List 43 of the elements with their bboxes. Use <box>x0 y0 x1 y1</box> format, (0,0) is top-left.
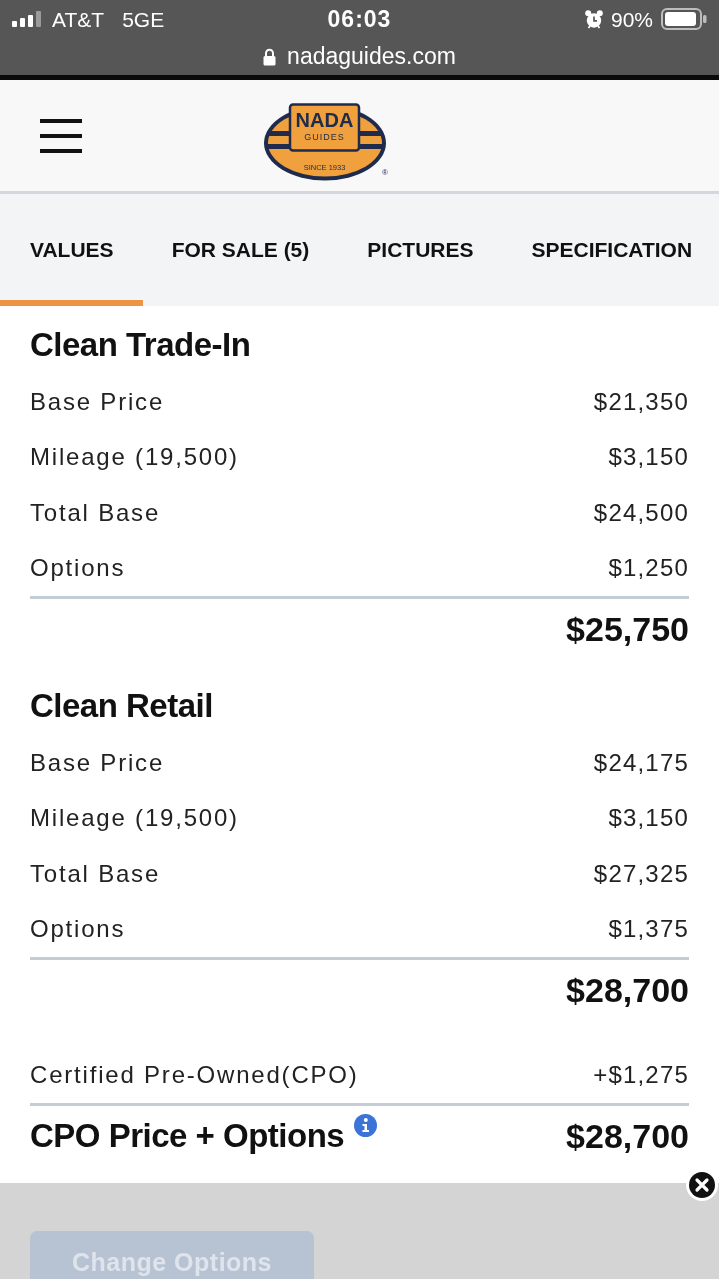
price-label: Total Base <box>30 858 161 889</box>
alarm-clock-icon <box>584 9 603 29</box>
battery-percent: 90% <box>610 8 653 30</box>
price-value: $1,250 <box>608 553 689 584</box>
section-heading: Clean Retail <box>30 686 213 726</box>
price-value: $21,350 <box>593 386 689 417</box>
section-heading: Clean Trade-In <box>30 325 251 365</box>
info-icon[interactable] <box>354 1113 378 1137</box>
price-label: Options <box>30 914 126 945</box>
price-label: Base Price <box>30 747 165 778</box>
price-value: $3,150 <box>608 803 689 834</box>
total-price: $25,750 <box>566 608 689 650</box>
total-price: $28,700 <box>566 969 689 1011</box>
url-text[interactable]: nadaguides.com <box>287 45 456 68</box>
cpo-value: +$1,275 <box>593 1060 689 1090</box>
tab[interactable]: FOR SALE (5) <box>142 194 339 306</box>
registered-mark: ® <box>382 168 388 177</box>
price-label: Base Price <box>30 386 165 417</box>
logo-subtitle: GUIDES <box>304 131 345 142</box>
price-value: $27,325 <box>593 858 689 889</box>
cpo-total-label: CPO Price + Options <box>30 1117 345 1155</box>
network-label: 5GE <box>122 8 165 30</box>
price-label: Mileage (19,500) <box>30 803 239 834</box>
logo-wordmark: NADA <box>295 108 354 131</box>
price-value: $1,375 <box>608 914 689 945</box>
price-value: $3,150 <box>608 442 689 473</box>
price-value: $24,500 <box>593 497 689 528</box>
lock-icon <box>263 47 277 66</box>
battery-icon <box>661 8 707 30</box>
clock-time: 06:03 <box>327 7 392 31</box>
cpo-total-price: $28,700 <box>566 1115 689 1157</box>
cpo-label: Certified Pre-Owned(CPO) <box>30 1060 359 1090</box>
tab[interactable]: SPECIFICATION <box>502 194 703 306</box>
price-label: Options <box>30 553 126 584</box>
tab[interactable]: VALUES <box>0 194 143 306</box>
price-label: Mileage (19,500) <box>30 442 239 473</box>
menu-icon[interactable] <box>40 118 82 153</box>
carrier-label: AT&T <box>52 8 105 30</box>
close-icon[interactable] <box>686 1169 718 1201</box>
tab[interactable]: PICTURES <box>338 194 503 306</box>
price-label: Total Base <box>30 497 161 528</box>
signal-bars-icon <box>12 11 42 27</box>
price-value: $24,175 <box>593 747 689 778</box>
